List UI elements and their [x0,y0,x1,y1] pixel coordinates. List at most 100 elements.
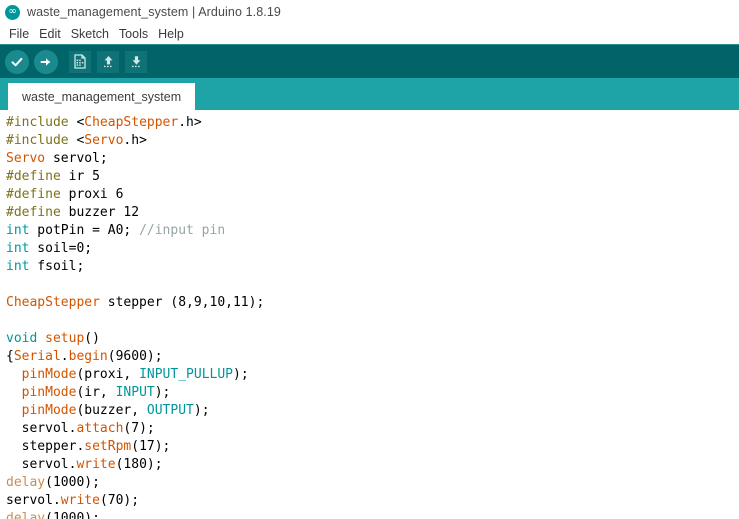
code-token: stepper. [6,439,85,454]
code-token: servol; [45,151,108,166]
code-token: (7); [123,421,155,436]
code-token: ); [233,367,249,382]
arrow-down-icon [131,56,141,68]
code-line: int fsoil; [6,258,739,276]
code-token: Servo [6,151,46,166]
code-line: pinMode(buzzer, OUTPUT); [6,402,739,420]
code-token: #define [6,205,61,220]
code-line: Servo servol; [6,150,739,168]
code-token: void [6,331,38,346]
code-line: servol.attach(7); [6,420,739,438]
menu-item-edit[interactable]: Edit [35,27,67,41]
tab-strip: waste_management_system [0,78,739,110]
code-line: #define buzzer 12 [6,204,739,222]
code-token: (1000); [45,475,100,490]
tab-waste-management-system[interactable]: waste_management_system [8,83,196,110]
code-token: { [6,349,14,364]
code-token: Serial [13,349,61,364]
code-line: pinMode(ir, INPUT); [6,384,739,402]
code-token: servol. [6,421,77,436]
code-token: ); [193,403,210,418]
code-token: write [76,457,116,472]
code-token: delay [6,475,46,490]
code-line: #define proxi 6 [6,186,739,204]
code-line: {Serial.begin(9600); [6,348,739,366]
code-token: (17); [131,439,171,454]
new-button[interactable] [69,50,91,73]
arduino-logo-glyph: ∞ [8,6,17,17]
code-line: void setup() [6,330,739,348]
open-button[interactable] [97,50,119,73]
code-token: () [84,331,100,346]
code-token: write [60,493,100,508]
code-token: ); [154,385,171,400]
arduino-infinity-icon: ∞ [5,4,20,20]
code-token: ir 5 [60,169,100,184]
code-token: #define [6,187,61,202]
code-line: delay(1000); [6,510,739,519]
arrow-up-icon [103,56,113,68]
code-line: int potPin = A0; //input pin [6,222,739,240]
code-line: #include <CheapStepper.h> [6,114,739,132]
code-line: #define ir 5 [6,168,739,186]
save-button[interactable] [125,50,147,73]
code-token: buzzer 12 [60,205,140,220]
menu-bar: File Edit Sketch Tools Help [0,24,739,44]
menu-item-tools[interactable]: Tools [115,27,154,41]
code-line: pinMode(proxi, INPUT_PULLUP); [6,366,739,384]
code-token: int [6,259,30,274]
code-token: #include [6,115,77,130]
menu-item-file[interactable]: File [5,27,35,41]
code-token: #include [6,133,77,148]
code-token: (1000); [45,511,100,519]
code-line: servol.write(70); [6,492,739,510]
arrow-right-icon [40,57,50,66]
code-token: servol. [6,457,77,472]
toolbar [0,44,739,78]
code-text[interactable]: #include <CheapStepper.h> #include <Servo… [0,110,739,519]
code-token: delay [6,511,46,519]
checkmark-icon [11,57,23,66]
code-token: pinMode [21,385,77,400]
menu-item-sketch[interactable]: Sketch [67,27,115,41]
menu-item-help[interactable]: Help [154,27,190,41]
new-file-icon [74,54,86,69]
verify-button[interactable] [5,49,29,74]
code-token: //input pin [139,223,226,238]
code-token: . [60,349,69,364]
code-token: .h> [123,133,147,148]
tab-label: waste_management_system [22,89,182,104]
code-line: stepper.setRpm(17); [6,438,739,456]
code-token: (buzzer, [76,403,147,418]
code-token: CheapStepper [84,115,179,130]
code-token: (proxi, [76,367,140,382]
arduino-ide-window: ∞ waste_management_system | Arduino 1.8.… [0,0,739,519]
code-token: int [6,241,30,256]
code-token: setRpm [84,439,132,454]
code-line: int soil=0; [6,240,739,258]
code-line: #include <Servo.h> [6,132,739,150]
code-token: fsoil; [29,259,85,274]
code-line: servol.write(180); [6,456,739,474]
code-token: INPUT [115,385,155,400]
code-token: soil=0; [29,241,93,256]
upload-button[interactable] [34,49,58,74]
code-token: (70); [99,493,140,508]
code-token: stepper (8,9,10,11); [99,295,265,310]
code-token: setup [45,331,85,346]
code-token: .h> [178,115,202,130]
code-line: delay(1000); [6,474,739,492]
code-token: pinMode [21,367,77,382]
code-token: begin [68,349,108,364]
code-token: OUTPUT [146,403,194,418]
code-editor[interactable]: #include <CheapStepper.h> #include <Servo… [0,110,739,519]
window-title: waste_management_system | Arduino 1.8.19 [27,5,281,19]
code-token: attach [76,421,124,436]
code-token: Servo [84,133,124,148]
code-token: CheapStepper [6,295,100,310]
code-token: servol. [6,493,61,508]
